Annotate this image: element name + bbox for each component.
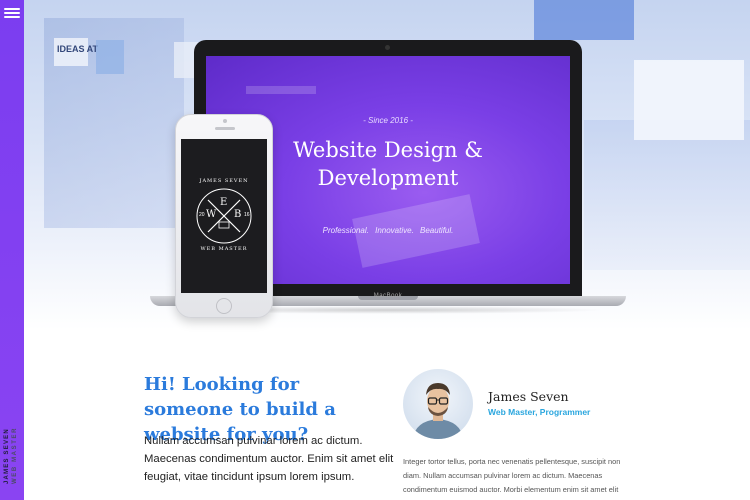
hero-poster [96, 40, 124, 74]
sidebar-brand-role: WEB MASTER [12, 427, 18, 484]
logo-letter-e: E [220, 197, 228, 208]
phone-camera [223, 119, 227, 123]
sidebar: JAMES SEVEN WEB MASTER [0, 0, 24, 500]
logo-bottom-text: WEB MASTER [200, 246, 248, 252]
avatar [403, 369, 473, 439]
profile-name: James Seven [488, 389, 569, 404]
hero-monitor [534, 0, 634, 40]
hero-window-glow [634, 60, 744, 140]
logo-year-left: 20 [199, 212, 205, 218]
menu-icon[interactable] [4, 6, 20, 20]
laptop-camera [385, 45, 390, 50]
logo-top-text: JAMES SEVEN [199, 178, 249, 184]
brand-logo: JAMES SEVEN W E B 20 16 WEB MASTER [194, 178, 254, 252]
profile-bio: Integer tortor tellus, porta nec venenat… [403, 457, 621, 494]
phone-home-button [216, 298, 232, 314]
sidebar-brand[interactable]: JAMES SEVEN WEB MASTER [1, 394, 23, 484]
sidebar-brand-name: JAMES SEVEN [4, 428, 10, 484]
profile-role: Web Master, Programmer [488, 407, 591, 417]
logo-year-right: 16 [244, 212, 250, 218]
logo-letter-w: W [206, 209, 217, 220]
profile-photo-icon [413, 383, 463, 439]
phone-screen: JAMES SEVEN W E B 20 16 WEB MASTER [181, 139, 267, 293]
phone-speaker [215, 127, 235, 130]
hero-poster-text: IDEAS AT [57, 44, 99, 54]
logo-letter-b: B [234, 209, 242, 220]
intro-text: Nullam accumsan pulvinar lorem ac dictum… [144, 435, 394, 483]
phone-mockup: JAMES SEVEN W E B 20 16 WEB MASTER [175, 114, 273, 318]
